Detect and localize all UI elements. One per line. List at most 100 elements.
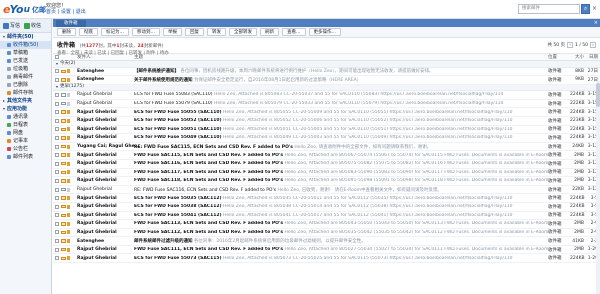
row-checkbox[interactable] [55, 213, 59, 218]
flag-icon[interactable] [67, 135, 70, 140]
flag-icon[interactable] [67, 187, 70, 192]
mail-row[interactable]: Rajput Ghebrial ECS for FWD Fuse 55052 (S… [53, 117, 600, 126]
toolbar-button[interactable]: 举报 [163, 28, 182, 36]
mail-row[interactable]: Eatenghee 邮件系统邮件过滤升级的通知 各位同事：2016年2月起邮件系统… [53, 237, 600, 246]
sidebar-app-item[interactable]: 记事本 [0, 137, 51, 145]
toolbar-button[interactable]: 移动到… [132, 28, 160, 36]
mail-row[interactable]: Eatenghee 关于邮件系统使用规范的通知 为保证邮件安全稳定运行，自2016… [53, 76, 600, 85]
toolbar-button[interactable]: 刷新 [260, 28, 279, 36]
mail-row[interactable]: Rajput Ghebrial FWD Fuse SAC115, ECN Sets… [53, 151, 600, 160]
brand-logo[interactable]: e Yo u 亿邮 [3, 2, 46, 17]
mail-row[interactable]: Rajput Ghebrial ECS for FWD Fuse 55035 (S… [53, 194, 600, 203]
row-checkbox[interactable] [55, 69, 59, 74]
sidebar-app-item[interactable]: 通讯录 [0, 113, 51, 121]
mail-row[interactable]: Rajput Ghebrial FWD Fuse SAC116, ECN Sets… [53, 160, 600, 169]
flag-icon[interactable] [67, 230, 70, 235]
flag-icon[interactable] [67, 118, 70, 123]
toolbar-button[interactable]: 转发 [207, 28, 226, 36]
mail-row[interactable]: Rajput Ghebrial FWD Fuse SAC113, ECN Sets… [53, 220, 600, 229]
flag-icon[interactable] [67, 256, 70, 261]
toolbar-button[interactable]: 删除 [57, 28, 76, 36]
mail-row[interactable]: Rajput Ghebrial ECS for FWD Fuse 55041 (S… [53, 212, 600, 221]
view-filters[interactable]: 查看：全部 | 未读 | 已读 | 已回复 | 已转发 | 附件 | 待办 [57, 50, 596, 56]
mail-row[interactable]: Rajput Ghebrial ECS for FWD Fuse 55051 (S… [53, 126, 600, 135]
sidebar-item[interactable]: 收件箱(50) [0, 41, 51, 49]
row-checkbox[interactable] [55, 77, 59, 82]
mail-row[interactable]: Rajput Ghebrial ECS for FWD Fuse 55073 (S… [53, 254, 600, 264]
row-checkbox[interactable] [55, 135, 59, 140]
flag-icon[interactable] [67, 239, 70, 244]
apps-header[interactable]: ▾ 应用功能 [0, 105, 51, 113]
mail-row[interactable]: Eatenghee 【邮件系统维护通知】 各位同事，因机房线路升级，本周六晚邮件系… [53, 68, 600, 77]
row-checkbox[interactable] [55, 144, 59, 149]
flag-icon[interactable] [67, 170, 70, 175]
flag-icon[interactable] [67, 213, 70, 218]
next-page-icon[interactable]: › [590, 42, 596, 48]
sidebar-app-item[interactable]: 邮件列表 [0, 153, 51, 161]
row-checkbox[interactable] [55, 118, 59, 123]
my-mail-header[interactable]: ▾ 邮件夹(50) [0, 33, 51, 41]
sidebar-item[interactable]: 已发送 [0, 57, 51, 65]
sidebar-item[interactable]: 垃圾箱 [0, 65, 51, 73]
flag-icon[interactable] [67, 92, 70, 97]
sidebar-item[interactable]: 已删除 [0, 81, 51, 89]
row-checkbox[interactable] [55, 110, 59, 115]
tab-inbox[interactable]: 收件箱 [56, 20, 86, 27]
row-checkbox[interactable] [55, 239, 59, 244]
row-checkbox[interactable] [55, 92, 59, 97]
other-folders-header[interactable]: ▸ 其他文件夹 [0, 97, 51, 105]
flag-icon[interactable] [67, 161, 70, 166]
scrollbar-thumb[interactable] [596, 83, 600, 107]
mail-row[interactable]: Yugang Cai; Ragul Ghe... RE: FWD Fuse SAC… [53, 143, 600, 152]
write-mail-button[interactable]: 写信 [3, 22, 20, 29]
mail-row[interactable]: Rajput Ghebrial ECS for FWD Fuse 55049 (S… [53, 134, 600, 143]
flag-icon[interactable] [67, 77, 70, 82]
sidebar-item[interactable]: 草稿箱 [0, 49, 51, 57]
sidebar-item[interactable]: 病毒邮件 [0, 73, 51, 81]
flag-icon[interactable] [67, 144, 70, 149]
mail-row[interactable]: Rajput Ghebrial ECS for FWD Fuse 55038 (S… [53, 203, 600, 212]
mail-row[interactable]: Rajput Ghebrial FWD Fuse SAC117, ECN Sets… [53, 169, 600, 178]
mail-row[interactable]: Rajput Ghebrial RE: FWD Fuse SAC116, ECN … [53, 186, 600, 195]
row-checkbox[interactable] [55, 247, 59, 252]
row-checkbox[interactable] [55, 101, 59, 106]
flag-icon[interactable] [67, 127, 70, 132]
header-links[interactable]: 首页 | 设置 | 退出 [46, 9, 86, 15]
mail-row[interactable]: Rajput Ghebrial ECS for FWD Fuse 55055 (S… [53, 108, 600, 117]
flag-icon[interactable] [67, 153, 70, 158]
row-checkbox[interactable] [55, 187, 59, 192]
mail-row[interactable]: Rajput Ghebrial FWD Fuse SAC111, ECN Sets… [53, 246, 600, 255]
row-checkbox[interactable] [55, 153, 59, 158]
toolbar-button[interactable]: 回复 [185, 28, 204, 36]
row-checkbox[interactable] [55, 230, 59, 235]
sidebar-app-item[interactable]: 网盘 [0, 129, 51, 137]
prev-page-icon[interactable]: ‹ [567, 42, 574, 48]
flag-icon[interactable] [67, 101, 70, 106]
scrollbar-track[interactable] [596, 81, 600, 294]
row-checkbox[interactable] [55, 196, 59, 201]
row-checkbox[interactable] [55, 161, 59, 166]
mail-row[interactable]: Rajput Ghebrial ECS for FWD Fuse 55083 (S… [53, 91, 600, 100]
row-checkbox[interactable] [55, 256, 59, 261]
flag-icon[interactable] [67, 110, 70, 115]
toolbar-button[interactable]: 彻底 [79, 28, 98, 36]
sidebar-app-item[interactable]: 公告栏 [0, 145, 51, 153]
flag-icon[interactable] [67, 69, 70, 74]
row-checkbox[interactable] [55, 170, 59, 175]
mail-search-input[interactable]: 搜索邮件 [518, 4, 580, 14]
mail-row[interactable]: Rajput Ghebrial FWD Fuse SAC112, ECN Sets… [53, 229, 600, 238]
search-icon[interactable]: ⌕ [581, 4, 590, 14]
receive-mail-button[interactable]: 收信 [24, 22, 41, 29]
toolbar-button[interactable]: 标记为… [101, 28, 129, 36]
mail-row[interactable]: Rajput Ghebrial ECS for FWD Fuse 55079 (S… [53, 100, 600, 109]
flag-icon[interactable] [67, 221, 70, 226]
mail-row[interactable]: Rajput Ghebrial FWD Fuse SAC118, ECN Sets… [53, 177, 600, 186]
row-checkbox[interactable] [55, 204, 59, 209]
toolbar-button[interactable]: 全部转发 [229, 28, 257, 36]
row-checkbox[interactable] [55, 221, 59, 226]
row-checkbox[interactable] [55, 178, 59, 183]
row-checkbox[interactable] [55, 127, 59, 132]
toolbar-button[interactable]: 查看… [282, 28, 306, 36]
flag-icon[interactable] [67, 204, 70, 209]
toolbar-button[interactable]: 更多操作… [308, 28, 341, 36]
